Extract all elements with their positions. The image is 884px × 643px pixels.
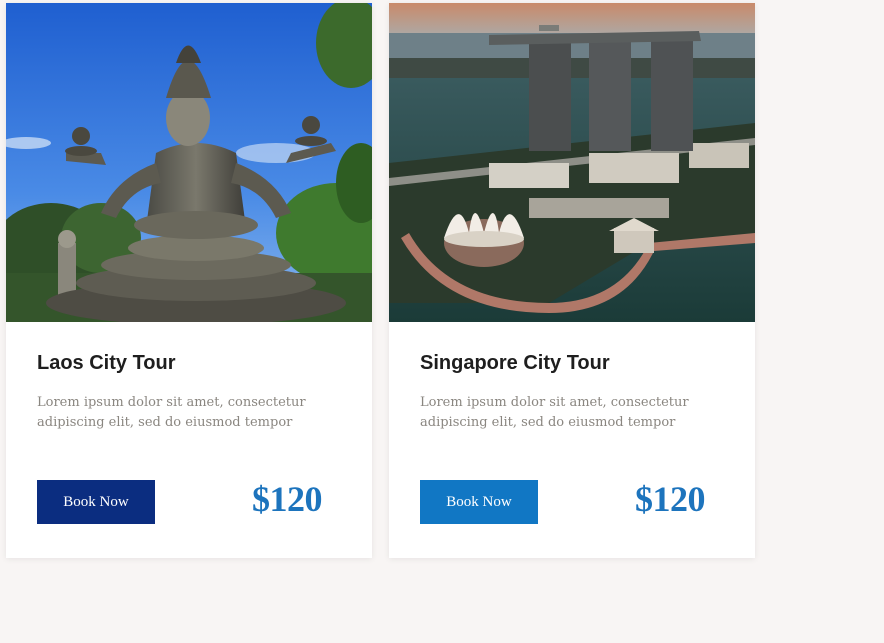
card-title: Laos City Tour [37,352,176,374]
tour-card-laos: Laos City Tour Lorem ipsum dolor sit ame… [6,3,372,558]
singapore-marina-bay-image [389,3,755,322]
price-label: $120 [252,479,323,519]
book-now-button[interactable]: Book Now [37,480,155,524]
book-now-button[interactable]: Book Now [420,480,538,524]
card-description: Lorem ipsum dolor sit amet, consectetur … [37,395,306,430]
tour-card-singapore: Singapore City Tour Lorem ipsum dolor si… [389,3,755,558]
price-label: $120 [635,479,706,519]
laos-buddha-statue-image [6,3,372,322]
card-title: Singapore City Tour [420,352,610,374]
card-description: Lorem ipsum dolor sit amet, consectetur … [420,395,689,430]
